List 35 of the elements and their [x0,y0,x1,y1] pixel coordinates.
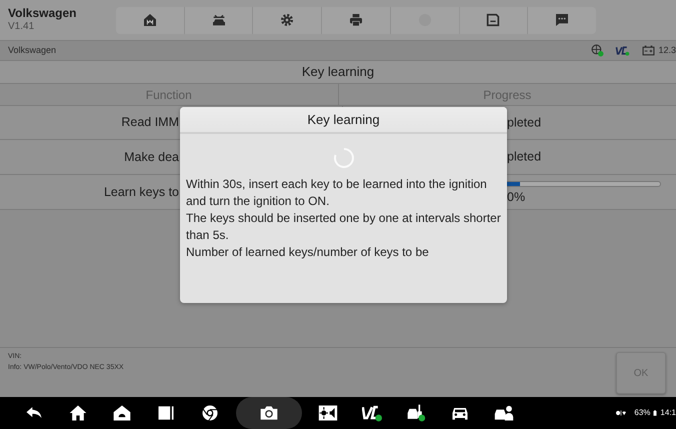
breadcrumb: Volkswagen [8,44,56,57]
chat-icon [554,12,570,28]
home-icon [142,12,158,28]
car-person-icon [494,403,514,423]
battery-icon [652,408,658,418]
loading-spinner-icon [332,146,356,170]
home-icon [68,403,88,423]
printer-icon [348,12,364,28]
android-home-icon [112,403,132,423]
car-lift-icon [210,12,227,28]
table-cell-text: Make dea [124,148,179,166]
table-title: Key learning [0,60,676,84]
save-icon [485,12,502,28]
table-cell-text: Read IMM [121,114,179,132]
battery-icon [642,44,656,57]
brightness-volume-icon [318,403,338,423]
taskbar-button[interactable] [236,397,302,429]
dialog-text: Number of learned keys/number of keys to be [185,244,430,261]
table-cell-text: Learn keys to [104,184,179,201]
dialog-title: Key learning [180,107,507,134]
app-version: V1.41 [8,21,36,33]
clock: 14:1 [660,407,676,419]
progress-text: 0% [507,189,526,206]
battery-percent: 63% [634,407,650,419]
dialog-text: Within 30s, insert each key to be learned into the ignition and turn the ignition to ON. [185,176,488,210]
table-cell-text: pleted [507,148,542,166]
battery-voltage: 12.3 [658,44,676,57]
car-antenna-icon [406,403,426,423]
globe-icon [591,44,604,57]
app-title: Volkswagen [8,7,78,22]
dialog-text: The keys should be inserted one by one at intervals shorter than 5s. [185,210,502,244]
vci-icon [362,403,382,423]
browser-icon [200,403,220,423]
table-cell-text: pleted [507,114,542,132]
settings-icon [279,12,296,28]
